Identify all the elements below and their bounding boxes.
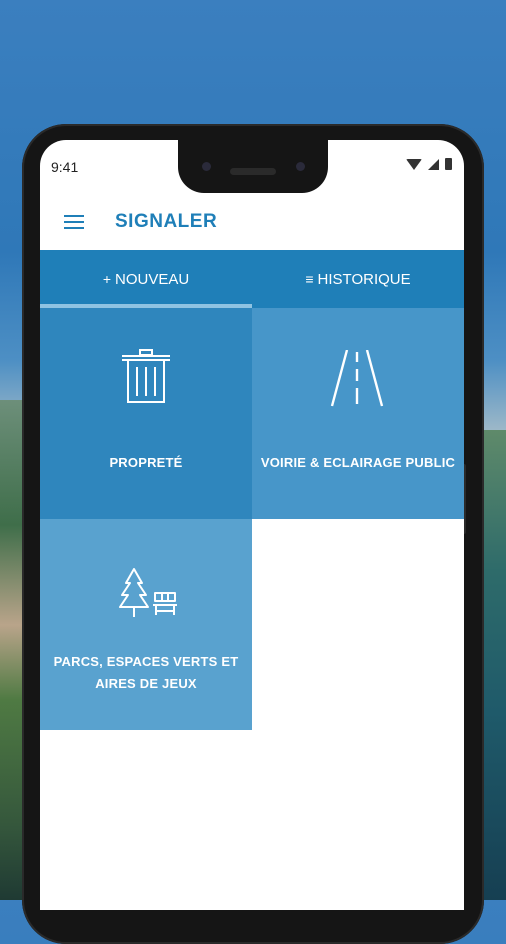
category-parcs-espaces-verts[interactable]: PARCS, ESPACES VERTS ET AIRES DE JEUX <box>40 519 252 730</box>
trash-icon <box>122 349 170 403</box>
tab-bar: + NOUVEAU ≡ HISTORIQUE <box>40 250 464 308</box>
category-parcs-label-line2: AIRES DE JEUX <box>95 676 197 691</box>
category-voirie-eclairage[interactable]: VOIRIE & ECLAIRAGE PUBLIC <box>252 308 464 519</box>
page-title: SIGNALER <box>115 211 218 232</box>
plus-icon: + <box>102 271 111 287</box>
sensor-icon <box>296 162 305 171</box>
category-parcs-label-line1: PARCS, ESPACES VERTS ET <box>53 654 239 669</box>
tab-nouveau-label: NOUVEAU <box>115 270 190 288</box>
menu-icon[interactable] <box>64 215 84 229</box>
category-proprete[interactable]: PROPRETÉ <box>40 308 252 519</box>
signal-icon <box>428 158 439 170</box>
phone-notch <box>178 140 328 193</box>
tab-historique[interactable]: ≡ HISTORIQUE <box>252 250 464 308</box>
tab-nouveau[interactable]: + NOUVEAU <box>40 250 252 308</box>
category-proprete-label: PROPRETÉ <box>109 455 183 470</box>
battery-icon <box>445 158 452 170</box>
tab-historique-label: HISTORIQUE <box>317 270 411 288</box>
category-parcs-label: PARCS, ESPACES VERTS ET AIRES DE JEUX <box>48 651 244 695</box>
app-bar: SIGNALER <box>40 195 464 250</box>
list-icon: ≡ <box>305 271 314 287</box>
status-time: 9:41 <box>51 159 79 175</box>
category-voirie-label: VOIRIE & ECLAIRAGE PUBLIC <box>260 455 456 470</box>
wifi-icon <box>406 158 422 170</box>
road-icon <box>330 350 384 407</box>
front-camera-icon <box>202 162 211 171</box>
park-bench-icon <box>119 568 177 617</box>
status-icons <box>406 158 452 170</box>
app-screen: 9:41 SIGNALER + NOUVEAU ≡ HISTORIQUE PRO… <box>40 140 464 910</box>
speaker-grille <box>230 168 276 175</box>
